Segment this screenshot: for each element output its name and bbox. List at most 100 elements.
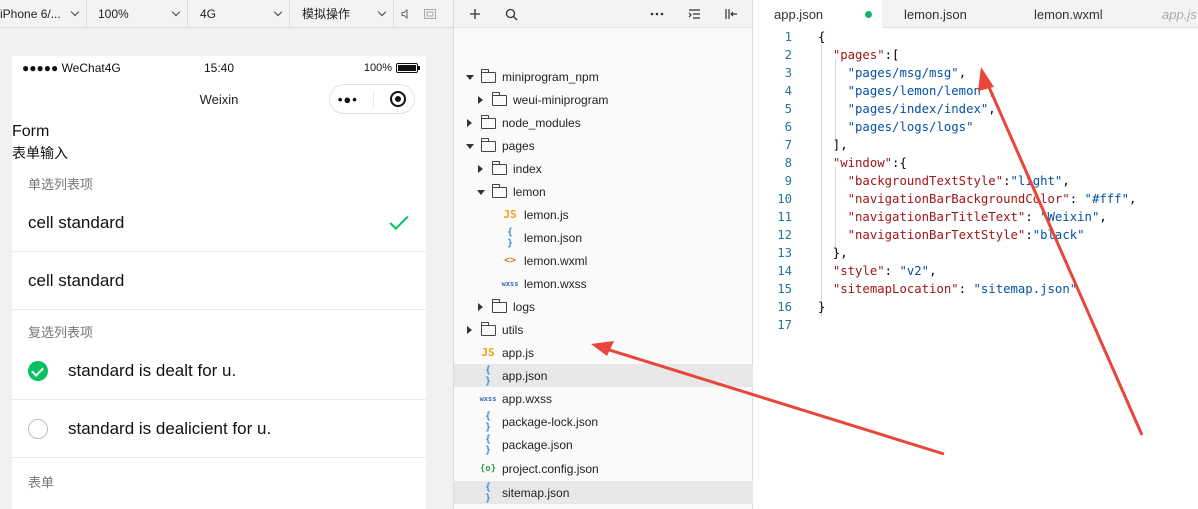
line-number: 13 bbox=[777, 246, 792, 260]
tree-file[interactable]: { } lemon.json bbox=[454, 226, 753, 249]
window-icon[interactable] bbox=[418, 0, 442, 28]
tree-file[interactable]: { } package-lock.json bbox=[454, 410, 753, 433]
tab-lemon-json[interactable]: lemon.json bbox=[882, 0, 1012, 28]
radio-item[interactable]: cell standard bbox=[12, 194, 426, 252]
tree-folder[interactable]: utils bbox=[454, 318, 753, 341]
folder-icon bbox=[492, 299, 507, 313]
wxss-file-icon: wxss bbox=[479, 394, 497, 403]
chevron-down-icon bbox=[273, 7, 283, 16]
tree-file[interactable]: { } app.json bbox=[454, 364, 753, 387]
tree-item-label: package-lock.json bbox=[502, 414, 599, 429]
code-area[interactable]: 1 {2 "pages":[3 "pages/msg/msg", 4 "pages/… bbox=[754, 28, 1198, 509]
checkbox-item[interactable]: standard is dealicient for u. bbox=[12, 400, 426, 458]
collapse-all-icon[interactable] bbox=[683, 0, 705, 28]
checkbox-item[interactable]: standard is dealt for u. bbox=[12, 342, 426, 400]
radio-item[interactable]: cell standard bbox=[12, 252, 426, 310]
checkbox-group: standard is dealt for u. standard is dea… bbox=[12, 342, 426, 458]
close-miniprogram-icon[interactable] bbox=[390, 91, 407, 107]
line-number: 4 bbox=[784, 84, 792, 98]
code-line: "pages/index/index", bbox=[847, 102, 996, 116]
tree-folder[interactable]: pages bbox=[454, 134, 753, 157]
chevron-down-icon bbox=[377, 7, 387, 16]
tree-file[interactable]: JS app.js bbox=[454, 341, 753, 364]
line-number: 5 bbox=[784, 102, 792, 116]
search-icon[interactable] bbox=[500, 0, 522, 28]
radio-group-title: 单选列表项 bbox=[28, 177, 94, 192]
device-select-value: iPhone 6/... bbox=[0, 6, 61, 21]
tree-item-label: app.json bbox=[502, 368, 548, 383]
chevron-right-icon[interactable] bbox=[478, 165, 483, 173]
tree-folder[interactable]: logs bbox=[454, 295, 753, 318]
chevron-down-icon[interactable] bbox=[477, 190, 485, 195]
tree-item-label: pages bbox=[502, 138, 535, 153]
page-subtitle: 表单输入 bbox=[12, 145, 68, 161]
phone-screen: ●●●●● WeChat4G 15:40 100% Weixin •●• For… bbox=[12, 56, 426, 509]
checkbox-group-title: 复选列表项 bbox=[28, 325, 94, 340]
toggle-panel-icon[interactable] bbox=[720, 0, 742, 28]
tab-app-js[interactable]: app.js bbox=[1142, 0, 1198, 28]
radio-item-label: cell standard bbox=[28, 212, 125, 232]
unchecked-circle-icon[interactable] bbox=[28, 418, 48, 439]
code-line: "sitemapLocation": "sitemap.json" bbox=[832, 282, 1078, 296]
zoom-select[interactable]: 100% bbox=[87, 0, 188, 28]
tree-folder[interactable]: node_modules bbox=[454, 111, 753, 134]
chevron-down-icon[interactable] bbox=[466, 144, 474, 149]
tree-folder[interactable]: miniprogram_npm bbox=[454, 65, 753, 88]
code-line: } bbox=[818, 300, 826, 314]
tree-item-label: lemon bbox=[513, 184, 546, 199]
tab-app-json[interactable]: app.json bbox=[754, 0, 882, 28]
chevron-right-icon[interactable] bbox=[467, 119, 472, 127]
tree-file[interactable]: { } sitemap.json bbox=[454, 481, 753, 504]
code-line: "style": "v2", bbox=[832, 264, 937, 278]
add-icon[interactable] bbox=[464, 0, 486, 28]
tab-lemon-wxml[interactable]: lemon.wxml bbox=[1012, 0, 1142, 28]
mode-select[interactable]: 模拟操作 bbox=[290, 0, 394, 28]
json-file-icon: { } bbox=[484, 410, 492, 433]
battery-indicator: 100% bbox=[363, 62, 420, 74]
tree-item-label: lemon.js bbox=[524, 207, 569, 222]
radio-group: cell standard cell standard bbox=[12, 194, 426, 310]
tree-file[interactable]: { } package.json bbox=[454, 433, 753, 456]
tree-file[interactable]: {o} project.config.json bbox=[454, 457, 753, 480]
more-icon[interactable]: •●• bbox=[338, 92, 358, 107]
chevron-down-icon bbox=[70, 7, 80, 16]
zoom-select-value: 100% bbox=[98, 6, 129, 21]
code-line: { bbox=[818, 30, 826, 44]
code-line: "pages/msg/msg", bbox=[847, 66, 967, 80]
menu-capsule: •●• bbox=[329, 84, 415, 114]
tab-label: lemon.wxml bbox=[1034, 6, 1103, 22]
line-number: 15 bbox=[777, 282, 792, 296]
tree-item-label: miniprogram_npm bbox=[502, 69, 599, 84]
chevron-right-icon[interactable] bbox=[478, 303, 483, 311]
line-number: 11 bbox=[777, 210, 792, 224]
checkbox-item-label: standard is dealicient for u. bbox=[68, 418, 272, 438]
chevron-down-icon[interactable] bbox=[466, 75, 474, 80]
line-number: 14 bbox=[777, 264, 792, 278]
tree-folder[interactable]: index bbox=[454, 157, 753, 180]
unsaved-dot-icon bbox=[865, 11, 872, 18]
network-select[interactable]: 4G bbox=[188, 0, 290, 28]
tree-file[interactable]: JS lemon.js bbox=[454, 203, 753, 226]
js-file-icon: JS bbox=[481, 346, 495, 359]
tree-folder[interactable]: lemon bbox=[454, 180, 753, 203]
battery-percent: 100% bbox=[363, 62, 392, 74]
checked-circle-icon[interactable] bbox=[28, 360, 48, 381]
tab-label: lemon.json bbox=[904, 6, 967, 22]
json-file-icon: { } bbox=[484, 364, 492, 387]
code-line: "window":{ bbox=[832, 156, 907, 170]
tree-file[interactable]: wxss app.wxss bbox=[454, 387, 753, 410]
device-select[interactable]: iPhone 6/... bbox=[0, 0, 87, 28]
tree-item-label: logs bbox=[513, 299, 536, 314]
volume-icon[interactable] bbox=[394, 0, 418, 28]
chevron-right-icon[interactable] bbox=[467, 326, 472, 334]
tree-folder[interactable]: weui-miniprogram bbox=[454, 88, 753, 111]
tree-file[interactable]: <> lemon.wxml bbox=[454, 249, 753, 272]
tree-file[interactable]: wxss lemon.wxss bbox=[454, 272, 753, 295]
line-number: 9 bbox=[784, 174, 792, 188]
more-icon[interactable] bbox=[646, 0, 668, 28]
form-group-title: 表单 bbox=[28, 475, 55, 490]
code-line: "navigationBarTitleText": "Weixin", bbox=[847, 210, 1107, 224]
folder-open-icon bbox=[492, 184, 507, 198]
chevron-right-icon[interactable] bbox=[478, 96, 483, 104]
checkbox-item-label: standard is dealt for u. bbox=[68, 360, 237, 380]
